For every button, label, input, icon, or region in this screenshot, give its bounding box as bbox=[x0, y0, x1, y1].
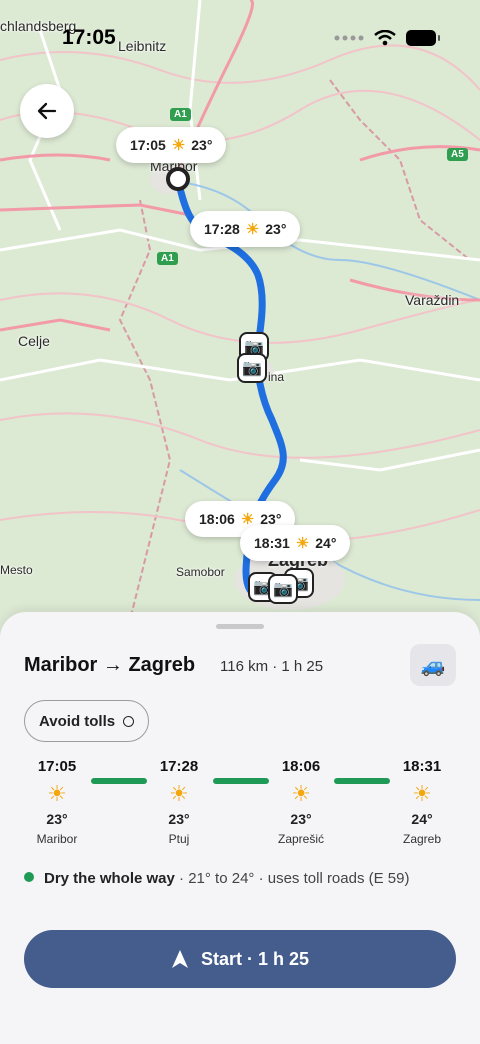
weather-pin-time: 18:31 bbox=[254, 535, 290, 551]
road-badge: A1 bbox=[157, 252, 178, 265]
stop-city: Ptuj bbox=[168, 832, 190, 846]
weather-pin[interactable]: 17:28 ☀ 23° bbox=[190, 211, 301, 247]
battery-icon bbox=[406, 30, 440, 46]
sun-icon: ☀ bbox=[245, 221, 260, 238]
start-navigation-button[interactable]: Start · 1 h 25 bbox=[24, 930, 456, 988]
stop-temp: 23° bbox=[46, 811, 68, 827]
stop-time: 17:05 bbox=[37, 758, 77, 775]
stop-time: 18:06 bbox=[281, 758, 321, 775]
sun-icon: ☀ bbox=[171, 137, 186, 154]
stop-temp: 24° bbox=[411, 811, 433, 827]
stop-city: Maribor bbox=[36, 832, 78, 846]
camera-icon[interactable]: 📷 bbox=[268, 574, 298, 604]
route-title: Maribor → Zagreb bbox=[24, 654, 196, 676]
weather-pin-time: 17:05 bbox=[130, 137, 166, 153]
weather-pin-temp: 24° bbox=[315, 535, 337, 551]
timeline-stop[interactable]: 17:28 ☀ 23° Ptuj bbox=[143, 758, 215, 846]
stop-time: 17:28 bbox=[159, 758, 199, 775]
status-icons bbox=[334, 30, 440, 46]
weather-pin[interactable]: 18:31 ☀ 24° bbox=[240, 525, 351, 561]
stop-city: Zagreb bbox=[402, 832, 442, 846]
toggle-circle-icon bbox=[123, 715, 135, 727]
stop-temp: 23° bbox=[168, 811, 190, 827]
map[interactable]: chlandsberg Leibnitz Maribor Celje Varaž… bbox=[0, 0, 480, 640]
place-label: Celje bbox=[18, 333, 50, 349]
weather-pin-temp: 23° bbox=[265, 221, 287, 237]
place-label: ina bbox=[268, 370, 285, 384]
sun-icon: ☀ bbox=[169, 781, 189, 806]
status-dot-icon bbox=[24, 872, 34, 882]
start-button-label: Start · 1 h 25 bbox=[200, 948, 310, 969]
navigation-arrow-icon bbox=[171, 950, 188, 968]
arrow-left-icon bbox=[37, 102, 57, 120]
road-badge: A5 bbox=[447, 148, 468, 161]
summary-details: · 21° to 24° · uses toll roads (E 59) bbox=[174, 870, 410, 887]
timeline-segment-dry bbox=[213, 778, 269, 784]
car-icon: 🚙 bbox=[420, 654, 446, 677]
timeline-segment-dry bbox=[334, 778, 390, 784]
avoid-tolls-toggle[interactable]: Avoid tolls bbox=[24, 700, 150, 742]
place-label: Leibnitz bbox=[118, 38, 167, 54]
back-button[interactable] bbox=[20, 84, 74, 138]
timeline-stop[interactable]: 18:31 ☀ 24° Zagreb bbox=[386, 758, 458, 846]
stop-city: Zaprešić bbox=[277, 832, 324, 846]
origin-marker bbox=[166, 167, 190, 191]
timeline-stop[interactable]: 18:06 ☀ 23° Zaprešić bbox=[265, 758, 337, 846]
weather-pin[interactable]: 17:05 ☀ 23° bbox=[116, 127, 227, 163]
route-summary: Dry the whole way · 21° to 24° · uses to… bbox=[24, 868, 456, 890]
status-time: 17:05 bbox=[62, 26, 116, 49]
summary-headline: Dry the whole way bbox=[44, 870, 175, 887]
weather-pin-time: 17:28 bbox=[204, 221, 240, 237]
stop-time: 18:31 bbox=[402, 758, 442, 775]
route-sheet: Maribor → Zagreb 116 km · 1 h 25 🚙 Avoid… bbox=[0, 612, 480, 1044]
weather-timeline: 17:05 ☀ 23° Maribor 17:28 ☀ 23° Ptuj 18:… bbox=[24, 758, 456, 858]
sun-icon: ☀ bbox=[291, 781, 311, 806]
route-distance-duration: 116 km · 1 h 25 bbox=[220, 658, 324, 675]
sheet-drag-handle[interactable] bbox=[216, 624, 264, 629]
sun-icon: ☀ bbox=[412, 781, 432, 806]
stop-temp: 23° bbox=[290, 811, 312, 827]
timeline-stop[interactable]: 17:05 ☀ 23° Maribor bbox=[21, 758, 93, 846]
road-badge: A1 bbox=[170, 108, 191, 121]
place-label: Mesto bbox=[0, 563, 33, 577]
weather-pin-temp: 23° bbox=[191, 137, 213, 153]
vehicle-mode-button[interactable]: 🚙 bbox=[410, 644, 456, 686]
place-label: Varaždin bbox=[405, 292, 460, 308]
signal-icon bbox=[334, 35, 364, 41]
timeline-segment-dry bbox=[91, 778, 147, 784]
sun-icon: ☀ bbox=[47, 781, 67, 806]
wifi-icon bbox=[374, 30, 396, 46]
weather-pin-time: 18:06 bbox=[199, 511, 235, 527]
camera-icon[interactable]: 📷 bbox=[237, 353, 267, 383]
place-label: Samobor bbox=[176, 565, 225, 579]
sun-icon: ☀ bbox=[295, 535, 310, 552]
avoid-tolls-label: Avoid tolls bbox=[39, 712, 116, 730]
